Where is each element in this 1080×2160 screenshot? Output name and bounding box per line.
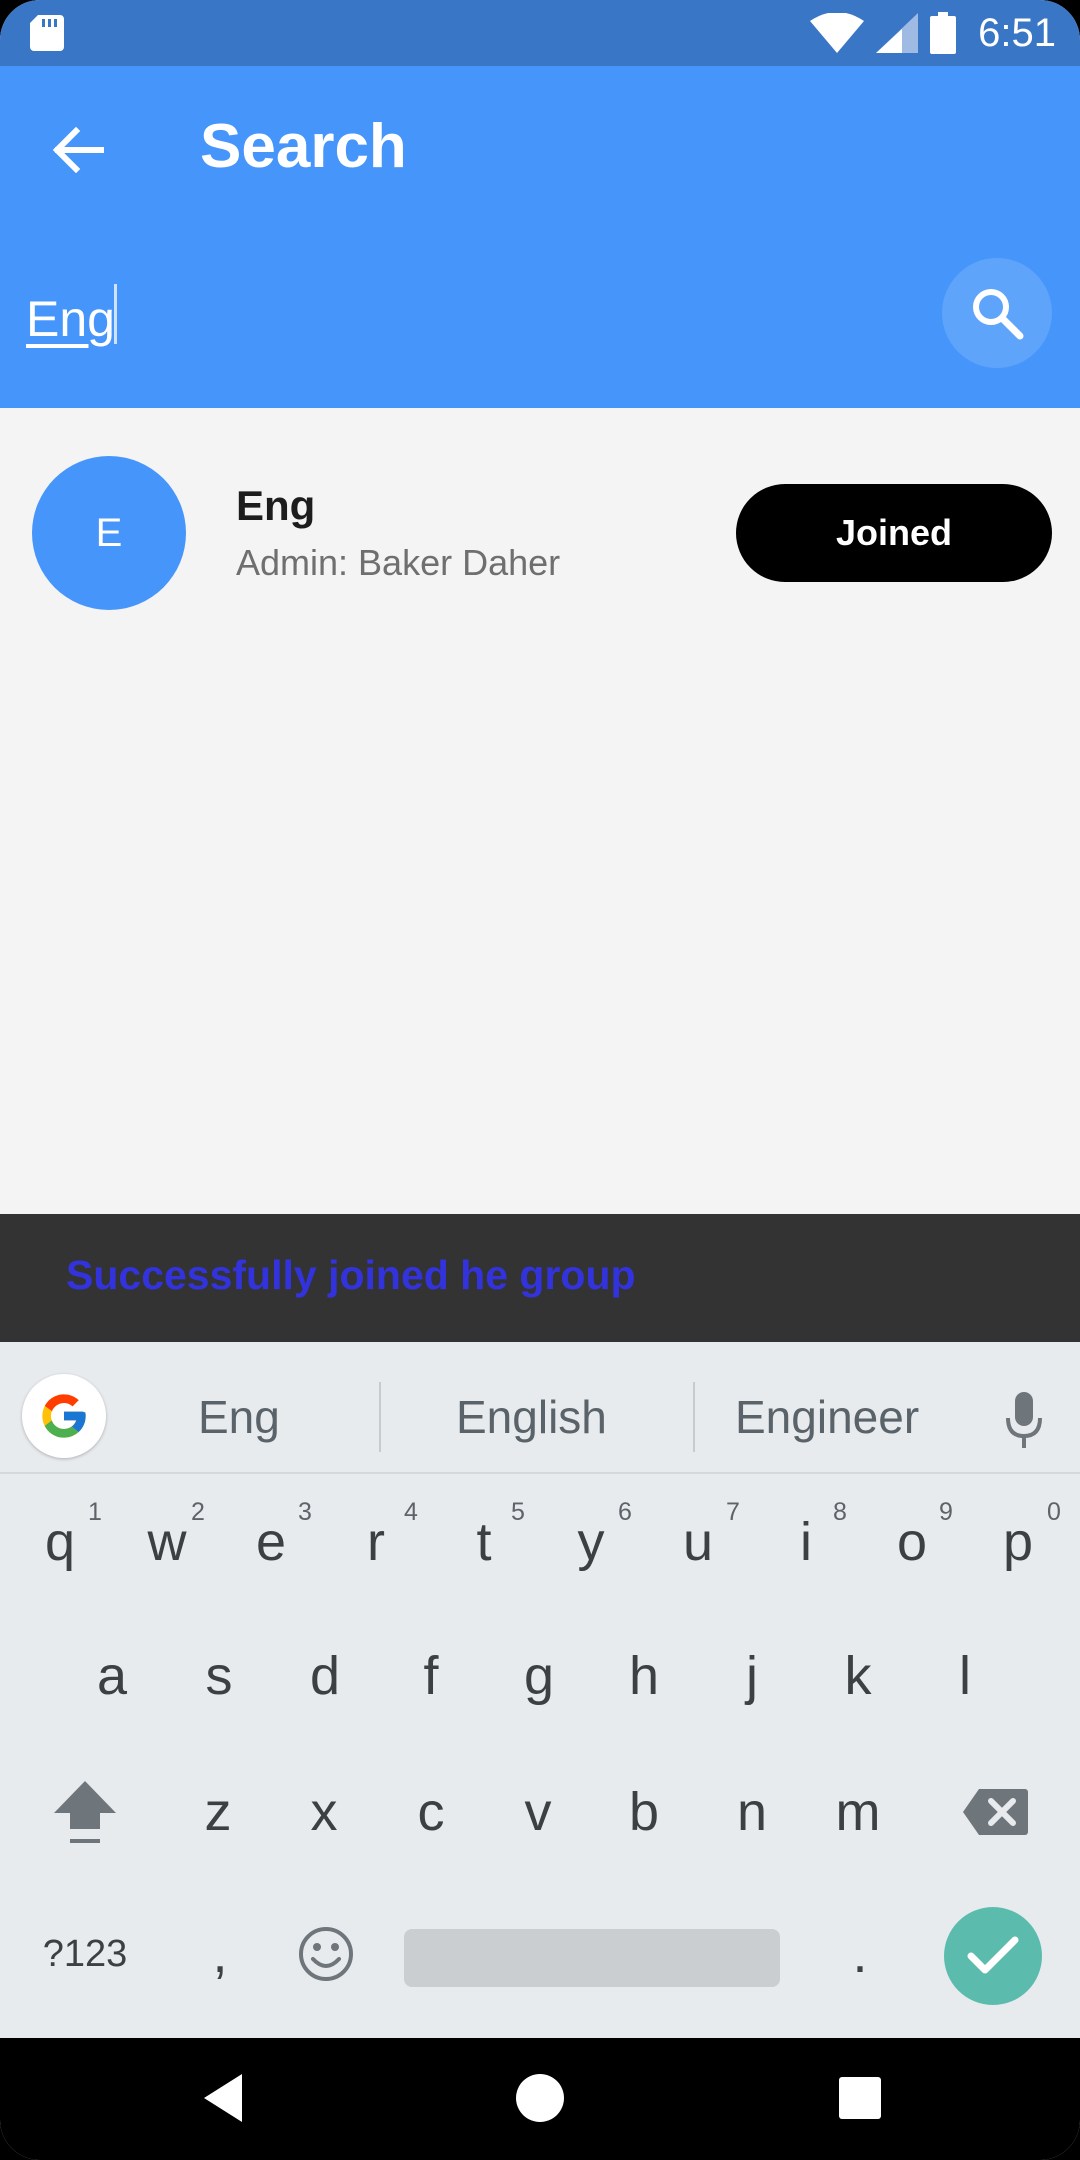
search-icon	[973, 289, 1024, 340]
clock: 6:51	[978, 10, 1056, 55]
suggestion-divider	[379, 1382, 381, 1452]
key-hint: 1	[88, 1498, 102, 1526]
battery-icon	[930, 12, 957, 54]
key-p[interactable]: p	[978, 1502, 1058, 1582]
joined-button[interactable]: Joined	[736, 484, 1052, 582]
key-c[interactable]: c	[391, 1772, 471, 1852]
space-key[interactable]	[404, 1929, 780, 1987]
key-hint: 8	[833, 1498, 847, 1526]
snackbar: Successfully joined he group	[0, 1214, 1080, 1342]
suggestion-item[interactable]: English	[456, 1390, 607, 1444]
signal-icon	[876, 13, 919, 53]
key-hint: 6	[618, 1498, 632, 1526]
key-hint: 9	[939, 1498, 953, 1526]
key-a[interactable]: a	[72, 1636, 152, 1716]
emoji-icon	[299, 1927, 353, 1981]
key-hint: 3	[298, 1498, 312, 1526]
key-j[interactable]: j	[712, 1636, 792, 1716]
key-s[interactable]: s	[179, 1636, 259, 1716]
search-input[interactable]	[26, 276, 906, 362]
key-hint: 2	[191, 1498, 205, 1526]
key-l[interactable]: l	[925, 1636, 1005, 1716]
back-nav-icon[interactable]	[196, 2068, 256, 2128]
key-m[interactable]: m	[818, 1772, 898, 1852]
key-b[interactable]: b	[604, 1772, 684, 1852]
key-hint: 0	[1047, 1498, 1061, 1526]
search-button[interactable]	[942, 258, 1052, 368]
key-d[interactable]: d	[285, 1636, 365, 1716]
key-n[interactable]: n	[712, 1772, 792, 1852]
home-nav-icon[interactable]	[510, 2068, 570, 2128]
shift-key[interactable]	[40, 1762, 130, 1862]
key-hint: 5	[511, 1498, 525, 1526]
key-hint: 4	[404, 1498, 418, 1526]
arrow-left-icon	[52, 127, 104, 173]
key-k[interactable]: k	[818, 1636, 898, 1716]
shift-icon	[54, 1781, 116, 1843]
sd-card-icon	[30, 15, 64, 51]
navigation-bar	[0, 2038, 1080, 2160]
period-key[interactable]: .	[820, 1914, 900, 1994]
enter-key[interactable]	[944, 1907, 1042, 2005]
recents-nav-icon[interactable]	[830, 2068, 890, 2128]
google-icon[interactable]	[22, 1374, 106, 1458]
key-z[interactable]: z	[178, 1772, 258, 1852]
suggestion-item[interactable]: Engineer	[735, 1390, 919, 1444]
suggestion-item[interactable]: Eng	[198, 1390, 280, 1444]
page-title: Search	[200, 112, 407, 181]
check-icon	[967, 1936, 1019, 1974]
comma-key[interactable]: ,	[180, 1914, 260, 1994]
key-h[interactable]: h	[604, 1636, 684, 1716]
emoji-key[interactable]	[286, 1914, 366, 1994]
symbols-key[interactable]: ?123	[30, 1914, 140, 1994]
key-x[interactable]: x	[284, 1772, 364, 1852]
text-cursor	[114, 284, 117, 344]
key-f[interactable]: f	[391, 1636, 471, 1716]
google-g-icon	[42, 1394, 86, 1438]
group-admin: Admin: Baker Daher	[236, 542, 561, 583]
list-item[interactable]: E Eng Admin: Baker Daher Joined	[0, 440, 1080, 620]
key-v[interactable]: v	[498, 1772, 578, 1852]
avatar: E	[32, 456, 186, 610]
suggestion-divider	[693, 1382, 695, 1452]
key-hint: 7	[726, 1498, 740, 1526]
keyboard: Eng English Engineer q w e r t y u i o p…	[0, 1342, 1080, 2038]
back-button[interactable]	[40, 112, 116, 188]
backspace-key[interactable]	[950, 1772, 1040, 1852]
snackbar-message: Successfully joined he group	[66, 1252, 636, 1298]
backspace-icon	[963, 1789, 1028, 1835]
key-g[interactable]: g	[499, 1636, 579, 1716]
microphone-icon[interactable]	[1004, 1390, 1044, 1450]
app-bar: Search	[0, 66, 1080, 408]
wifi-icon	[810, 13, 865, 53]
status-bar: 6:51	[0, 0, 1080, 66]
group-name: Eng	[236, 482, 316, 529]
screen: 6:51 Search E Eng Admin: Baker Daher Joi…	[0, 0, 1080, 2160]
suggestion-bar: Eng English Engineer	[0, 1342, 1080, 1474]
